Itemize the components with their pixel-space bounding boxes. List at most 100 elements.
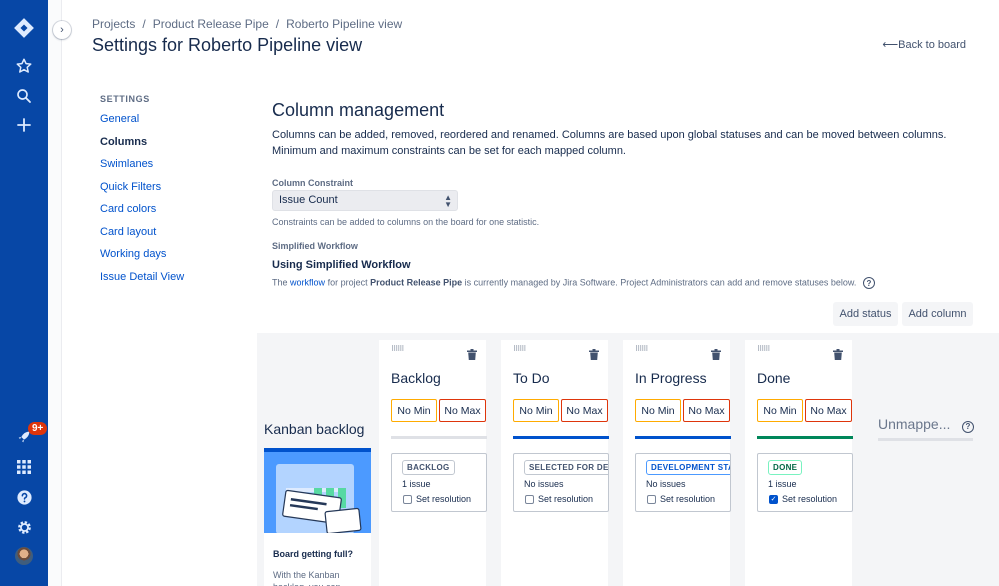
- board-column[interactable]: ⠿⠿⠿ To Do No MinNo Max SELECTED FOR DEVE…: [501, 340, 609, 586]
- back-to-board-link[interactable]: ⟵Back to board: [882, 38, 966, 51]
- drag-handle-icon[interactable]: ⠿⠿⠿: [391, 346, 404, 353]
- select-caret-icon: ▲ ▼: [444, 193, 452, 209]
- column-max-input[interactable]: No Max: [561, 399, 608, 422]
- settings-nav-working-days[interactable]: Working days: [100, 248, 184, 271]
- section-description: Columns can be added, removed, reordered…: [272, 129, 947, 157]
- breadcrumb-separator: /: [275, 17, 280, 31]
- set-resolution-checkbox[interactable]: Set resolution: [647, 494, 715, 504]
- column-color-bar: [635, 436, 731, 439]
- simplified-workflow-title: Using Simplified Workflow: [272, 259, 411, 271]
- column-min-input[interactable]: No Min: [391, 399, 437, 422]
- checkbox[interactable]: ✓: [769, 494, 778, 504]
- board-column[interactable]: ⠿⠿⠿ In Progress No Min No Max DEVELOPMENT…: [623, 340, 731, 586]
- status-lozenge: DONE: [768, 460, 803, 475]
- column-max-input[interactable]: No Max: [439, 399, 486, 422]
- breadcrumb: Projects / Product Release Pipe / Roberto Pi…: [92, 17, 402, 31]
- add-column-button[interactable]: Add column: [902, 302, 973, 326]
- simplified-workflow-label: Simplified Workflow: [272, 241, 358, 251]
- column-max-input[interactable]: No Max: [805, 399, 852, 422]
- help-icon[interactable]: [12, 485, 36, 509]
- column-constraint-value: Issue Count: [279, 194, 338, 206]
- trash-icon[interactable]: [711, 347, 721, 365]
- issue-count: No issues: [524, 479, 564, 489]
- column-color-bar: [513, 436, 609, 439]
- column-name[interactable]: In Progress: [635, 370, 707, 386]
- global-navigation: 9+: [0, 0, 48, 586]
- column-max-input[interactable]: No Max: [683, 399, 730, 422]
- column-constraint-select[interactable]: Issue Count ▲ ▼: [272, 190, 458, 211]
- kanban-card-heading: Board getting full?: [273, 549, 353, 559]
- board-column[interactable]: ⠿⠿⠿ Backlog No Min No Max BACKLOG 1 issue…: [379, 340, 487, 586]
- create-icon[interactable]: [12, 113, 36, 137]
- kanban-card-text: With the Kanban backlog, you can: [273, 570, 341, 586]
- app-switcher-icon[interactable]: [12, 455, 36, 479]
- status-card[interactable]: BACKLOG 1 issue Set resolution: [391, 453, 487, 512]
- breadcrumb-separator: /: [142, 17, 146, 31]
- column-name[interactable]: Done: [757, 370, 790, 386]
- column-min-input[interactable]: No Min: [757, 399, 803, 422]
- back-arrow-icon: ⟵: [882, 39, 899, 51]
- settings-nav-swimlanes[interactable]: Swimlanes: [100, 158, 184, 181]
- status-lozenge: BACKLOG: [402, 460, 455, 475]
- add-status-button[interactable]: Add status: [833, 302, 898, 326]
- column-name[interactable]: To Do: [513, 370, 550, 386]
- column-color-bar: [757, 436, 853, 439]
- board-column[interactable]: ⠿⠿⠿ Done No Min No Max DONE 1 issue ✓ Set …: [745, 340, 853, 586]
- kanban-backlog-illustration: [264, 448, 371, 533]
- trash-icon[interactable]: [467, 347, 477, 365]
- workflow-description: The workflow for project Product Release…: [272, 277, 875, 289]
- settings-nav-general[interactable]: General: [100, 113, 184, 136]
- checkbox[interactable]: [647, 494, 656, 504]
- page-title: Settings for Roberto Pipeline view: [92, 35, 363, 55]
- settings-nav-title: SETTINGS: [100, 94, 150, 104]
- settings-icon[interactable]: [12, 515, 36, 539]
- breadcrumb-projects[interactable]: Projects: [92, 17, 135, 31]
- workflow-project-name: Product Release Pipe: [370, 277, 463, 288]
- column-name[interactable]: Backlog: [391, 370, 441, 386]
- status-lozenge: DEVELOPMENT STARTED: [646, 460, 730, 475]
- column-constraint-label: Column Constraint: [272, 178, 353, 188]
- settings-nav-quick-filters[interactable]: Quick Filters: [100, 181, 184, 204]
- status-card[interactable]: SELECTED FOR DEVELOPMENT No issues Set r…: [513, 453, 609, 512]
- issue-count: 1 issue: [768, 479, 797, 489]
- breadcrumb-project[interactable]: Product Release Pipe: [153, 17, 269, 31]
- status-card[interactable]: DEVELOPMENT STARTED No issues Set resolu…: [635, 453, 731, 512]
- settings-nav: General Columns Swimlanes Quick Filters …: [100, 113, 184, 293]
- project-sidebar-collapsed: [48, 0, 62, 586]
- jira-logo-icon[interactable]: [12, 16, 36, 40]
- kanban-backlog-card: Board getting full? With the Kanban back…: [264, 448, 371, 586]
- expand-sidebar-button[interactable]: ›: [53, 21, 71, 39]
- constraint-hint: Constraints can be added to columns on t…: [272, 217, 540, 227]
- column-min-input[interactable]: No Min: [513, 399, 559, 422]
- unmapped-statuses-title: Unmappe...: [878, 416, 951, 432]
- chevron-right-icon: ›: [60, 24, 64, 36]
- settings-nav-card-colors[interactable]: Card colors: [100, 203, 184, 226]
- settings-nav-issue-detail-view[interactable]: Issue Detail View: [100, 271, 184, 294]
- drag-handle-icon[interactable]: ⠿⠿⠿: [635, 346, 648, 353]
- star-icon[interactable]: [12, 54, 36, 78]
- trash-icon[interactable]: [833, 347, 843, 365]
- checkbox[interactable]: [525, 494, 534, 504]
- notification-badge: 9+: [28, 422, 48, 435]
- set-resolution-checkbox[interactable]: Set resolution: [525, 494, 593, 504]
- column-min-input[interactable]: No Min: [635, 399, 681, 422]
- search-icon[interactable]: [12, 84, 36, 108]
- status-card[interactable]: DONE 1 issue ✓ Set resolution: [757, 453, 853, 512]
- issue-count: 1 issue: [402, 479, 431, 489]
- set-resolution-checkbox[interactable]: Set resolution: [403, 494, 471, 504]
- set-resolution-checkbox[interactable]: ✓ Set resolution: [769, 494, 837, 504]
- column-color-bar: [391, 436, 487, 439]
- help-icon[interactable]: ?: [962, 418, 974, 436]
- help-icon[interactable]: ?: [862, 277, 875, 289]
- settings-nav-columns[interactable]: Columns: [100, 136, 184, 159]
- workflow-link[interactable]: workflow: [290, 277, 325, 287]
- drag-handle-icon[interactable]: ⠿⠿⠿: [513, 346, 526, 353]
- avatar[interactable]: [15, 547, 33, 565]
- checkbox[interactable]: [403, 494, 412, 504]
- status-lozenge: SELECTED FOR DEVELOPMENT: [524, 460, 608, 475]
- drag-handle-icon[interactable]: ⠿⠿⠿: [757, 346, 770, 353]
- kanban-backlog-title: Kanban backlog: [264, 421, 365, 437]
- breadcrumb-board[interactable]: Roberto Pipeline view: [286, 17, 402, 31]
- settings-nav-card-layout[interactable]: Card layout: [100, 226, 184, 249]
- trash-icon[interactable]: [589, 347, 599, 365]
